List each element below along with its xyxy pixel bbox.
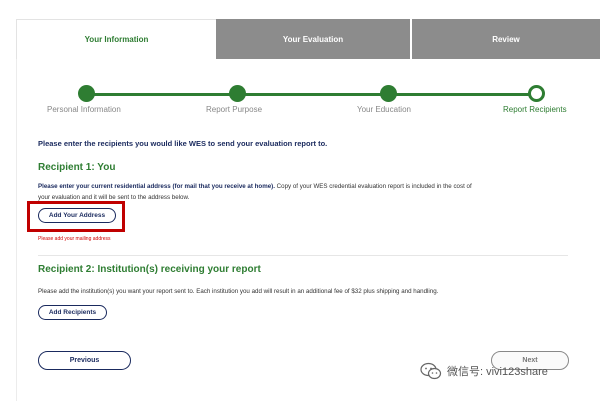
step-label-personal-information: Personal Information [47,105,121,114]
tab-your-information[interactable]: Your Information [16,19,216,59]
tab-your-evaluation[interactable]: Your Evaluation [216,19,410,59]
recipient-1-instruction-line2: your evaluation and it will be sent to t… [38,194,190,201]
recipient-2-heading: Recipient 2: Institution(s) receiving yo… [38,264,261,275]
recipient-2-instructions: Please add the institution(s) you want y… [38,288,439,295]
step-label-report-recipients: Report Recipients [503,105,567,114]
recipient-1-instruction-rest: Copy of your WES credential evaluation r… [274,183,472,190]
recipient-1-heading: Recipient 1: You [38,162,116,173]
previous-button[interactable]: Previous [38,351,131,370]
add-recipients-button[interactable]: Add Recipients [38,305,107,320]
section-divider [38,255,568,256]
step-dot-report-recipients [528,85,545,102]
watermark-text: 微信号: vivi123share [447,366,548,378]
step-dot-report-purpose [229,85,246,102]
wechat-icon [420,362,442,380]
recipient-1-instruction-bold: Please enter your current residential ad… [38,183,275,190]
add-your-address-button[interactable]: Add Your Address [38,208,116,223]
step-dot-your-education [380,85,397,102]
progress-line [87,93,537,96]
step-dot-personal-information [78,85,95,102]
address-error-message: Please add your mailing address [38,236,111,242]
tab-bar: Your Information Your Evaluation Review [16,19,600,59]
recipient-1-instructions: Please enter your current residential ad… [38,181,578,203]
step-label-your-education: Your Education [357,105,411,114]
step-label-report-purpose: Report Purpose [206,105,263,114]
tab-review[interactable]: Review [410,19,600,59]
intro-text: Please enter the recipients you would li… [38,139,328,148]
watermark: 微信号: vivi123share [420,362,548,380]
